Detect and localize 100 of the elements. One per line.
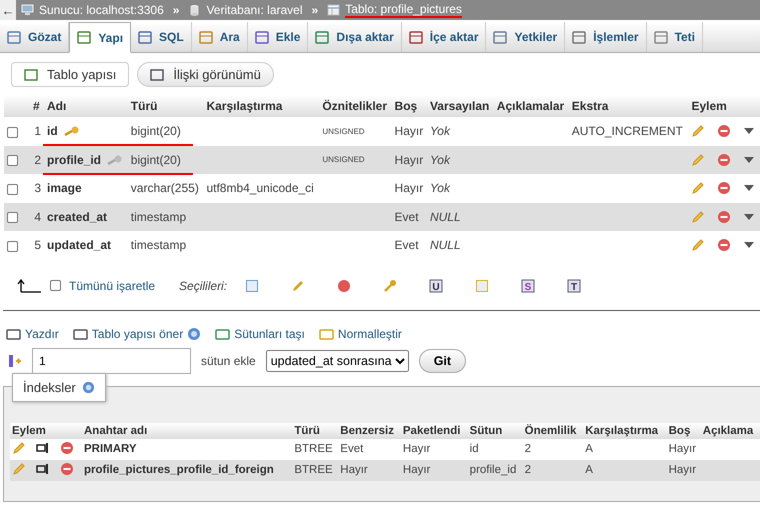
row-checkbox[interactable] (7, 240, 18, 252)
action-icon[interactable] (383, 278, 398, 292)
table-cell: bigint(20) (128, 117, 204, 146)
table-cell: Hayır (666, 460, 701, 480)
caret-icon[interactable] (743, 212, 756, 221)
pencil-icon[interactable] (12, 440, 26, 454)
breadcrumb-link[interactable]: Sunucu: localhost:3306 (39, 3, 164, 17)
pencil-icon[interactable] (691, 210, 706, 224)
tab[interactable]: Dışa aktar (308, 22, 402, 52)
column-header: Boş (392, 95, 427, 117)
action-link[interactable]: Normalleştir (318, 326, 402, 340)
key-icon (107, 154, 124, 166)
column-header: Anahtar adı (82, 422, 292, 438)
table-cell: 1 (30, 117, 44, 146)
action-icon[interactable]: S (521, 278, 536, 292)
tab[interactable]: SQL (131, 22, 192, 52)
table-cell: PRIMARY (82, 438, 292, 460)
tab[interactable]: İşlemler (565, 22, 647, 52)
delete-icon[interactable] (717, 152, 732, 167)
column-header: Açıklamalar (494, 95, 569, 117)
table-cell: 5 (30, 231, 44, 260)
table-cell: Hayır (400, 460, 468, 480)
action-icon[interactable]: T (567, 278, 582, 292)
delete-icon[interactable] (60, 462, 74, 476)
position-dropdown[interactable]: updated_at sonrasına (266, 350, 409, 372)
tab[interactable]: İçe aktar (402, 22, 486, 52)
delete-icon[interactable] (60, 440, 74, 454)
column-header: Varsayılan (426, 95, 494, 117)
check-all-checkbox[interactable] (50, 280, 61, 291)
column-header: # (30, 95, 44, 117)
tab[interactable]: Ekle (248, 22, 308, 52)
table-cell: profile_pictures_profile_id_foreign (82, 460, 292, 480)
delete-icon[interactable] (717, 238, 732, 252)
link-icon (72, 326, 88, 340)
pencil-icon[interactable] (691, 152, 706, 167)
breadcrumb-link[interactable]: Tablo: profile_pictures (345, 2, 462, 18)
go-button[interactable]: Git (418, 348, 466, 372)
column-header: Benzersiz (338, 422, 401, 438)
subtab[interactable]: İlişki görünümü (137, 62, 274, 87)
tab[interactable]: Yapı (69, 22, 132, 53)
subtab-icon (150, 68, 164, 80)
action-icon[interactable]: U (429, 278, 444, 292)
table-cell: profile_id (468, 460, 523, 480)
row-checkbox[interactable] (7, 155, 18, 166)
caret-icon[interactable] (743, 127, 756, 136)
pencil-icon[interactable] (12, 462, 26, 476)
table-cell: 2 (30, 146, 44, 174)
help-icon[interactable] (187, 326, 202, 340)
column-header: Eylem (688, 95, 760, 117)
pencil-icon[interactable] (691, 124, 706, 138)
subtab[interactable]: Tablo yapısı (11, 62, 130, 87)
caret-icon[interactable] (743, 184, 756, 192)
action-icon[interactable] (337, 278, 352, 292)
pencil-icon[interactable] (691, 238, 706, 252)
caret-icon[interactable] (743, 241, 756, 250)
table-cell: Hayır (400, 438, 468, 460)
tab[interactable]: Yetkiler (486, 22, 566, 52)
table-cell: A (583, 460, 667, 480)
breadcrumb-link[interactable]: Veritabanı: laravel (206, 3, 303, 17)
rename-icon[interactable] (36, 442, 50, 454)
row-checkbox[interactable] (7, 184, 18, 195)
subtab-icon (24, 68, 38, 80)
delete-icon[interactable] (717, 181, 732, 196)
key-icon (64, 125, 80, 138)
column-name: updated_at (47, 238, 112, 252)
table-cell: 3 (30, 174, 44, 202)
tab[interactable]: Ara (192, 22, 248, 52)
delete-icon[interactable] (717, 124, 732, 138)
database-icon (188, 4, 202, 16)
check-all-label[interactable]: Tümünü işaretle (69, 278, 156, 292)
tab-icon (198, 30, 213, 44)
tab-icon (254, 30, 269, 44)
caret-icon[interactable] (743, 156, 756, 164)
table-cell: timestamp (128, 231, 204, 260)
action-icon[interactable] (475, 278, 490, 292)
add-column-icon (8, 354, 22, 368)
action-link[interactable]: Yazdır (6, 326, 59, 340)
row-checkbox[interactable] (7, 212, 18, 224)
help-icon[interactable] (82, 380, 95, 394)
table-cell: UNSIGNED (319, 146, 392, 174)
action-link[interactable]: Sütunları taşı (215, 326, 305, 340)
action-link[interactable]: Tablo yapısı öner (72, 326, 202, 340)
delete-icon[interactable] (717, 210, 732, 224)
tab[interactable]: Teti (646, 22, 704, 52)
tab-icon (493, 30, 508, 44)
column-header: Açıklama (700, 422, 760, 438)
breadcrumb-separator: » (172, 3, 180, 17)
column-header: Önemlilik (522, 422, 584, 438)
table-cell: bigint(20) (128, 146, 204, 174)
rename-icon[interactable] (36, 462, 50, 474)
action-icon[interactable] (291, 278, 306, 292)
action-icon[interactable] (245, 278, 260, 292)
table-cell: Yok (426, 146, 494, 174)
column-count-field[interactable]: 1 (32, 348, 191, 374)
indexes-title: İndeksler (23, 380, 76, 394)
column-name: profile_id (47, 152, 102, 167)
row-checkbox[interactable] (7, 126, 18, 138)
tab-icon (138, 30, 152, 44)
pencil-icon[interactable] (691, 181, 706, 196)
column-header: Karşılaştırma (203, 95, 320, 117)
